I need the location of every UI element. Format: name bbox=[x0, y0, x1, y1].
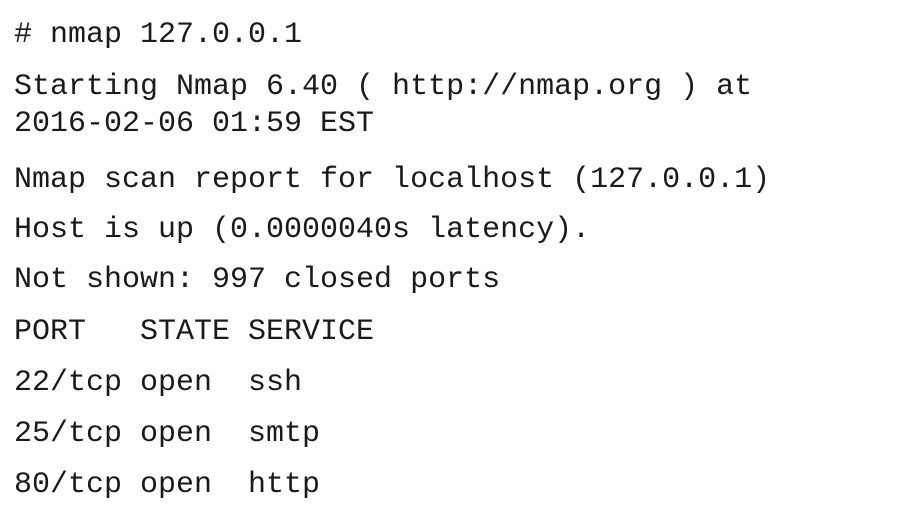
not-shown-line: Not shown: 997 closed ports bbox=[14, 263, 501, 297]
starting-line-2: 2016-02-06 01:59 EST bbox=[14, 107, 375, 141]
port-row: 80/tcp open http bbox=[14, 468, 321, 502]
starting-line-1: Starting Nmap 6.40 ( http://nmap.org ) a… bbox=[14, 70, 753, 104]
ports-table-header: PORT STATE SERVICE bbox=[14, 315, 375, 349]
scan-report-line: Nmap scan report for localhost (127.0.0.… bbox=[14, 163, 771, 197]
terminal-output: # nmap 127.0.0.1 Starting Nmap 6.40 ( ht… bbox=[0, 0, 912, 516]
command-line: # nmap 127.0.0.1 bbox=[14, 18, 303, 52]
port-row: 25/tcp open smtp bbox=[14, 417, 321, 451]
host-status-line: Host is up (0.0000040s latency). bbox=[14, 213, 591, 247]
port-row: 22/tcp open ssh bbox=[14, 366, 303, 400]
